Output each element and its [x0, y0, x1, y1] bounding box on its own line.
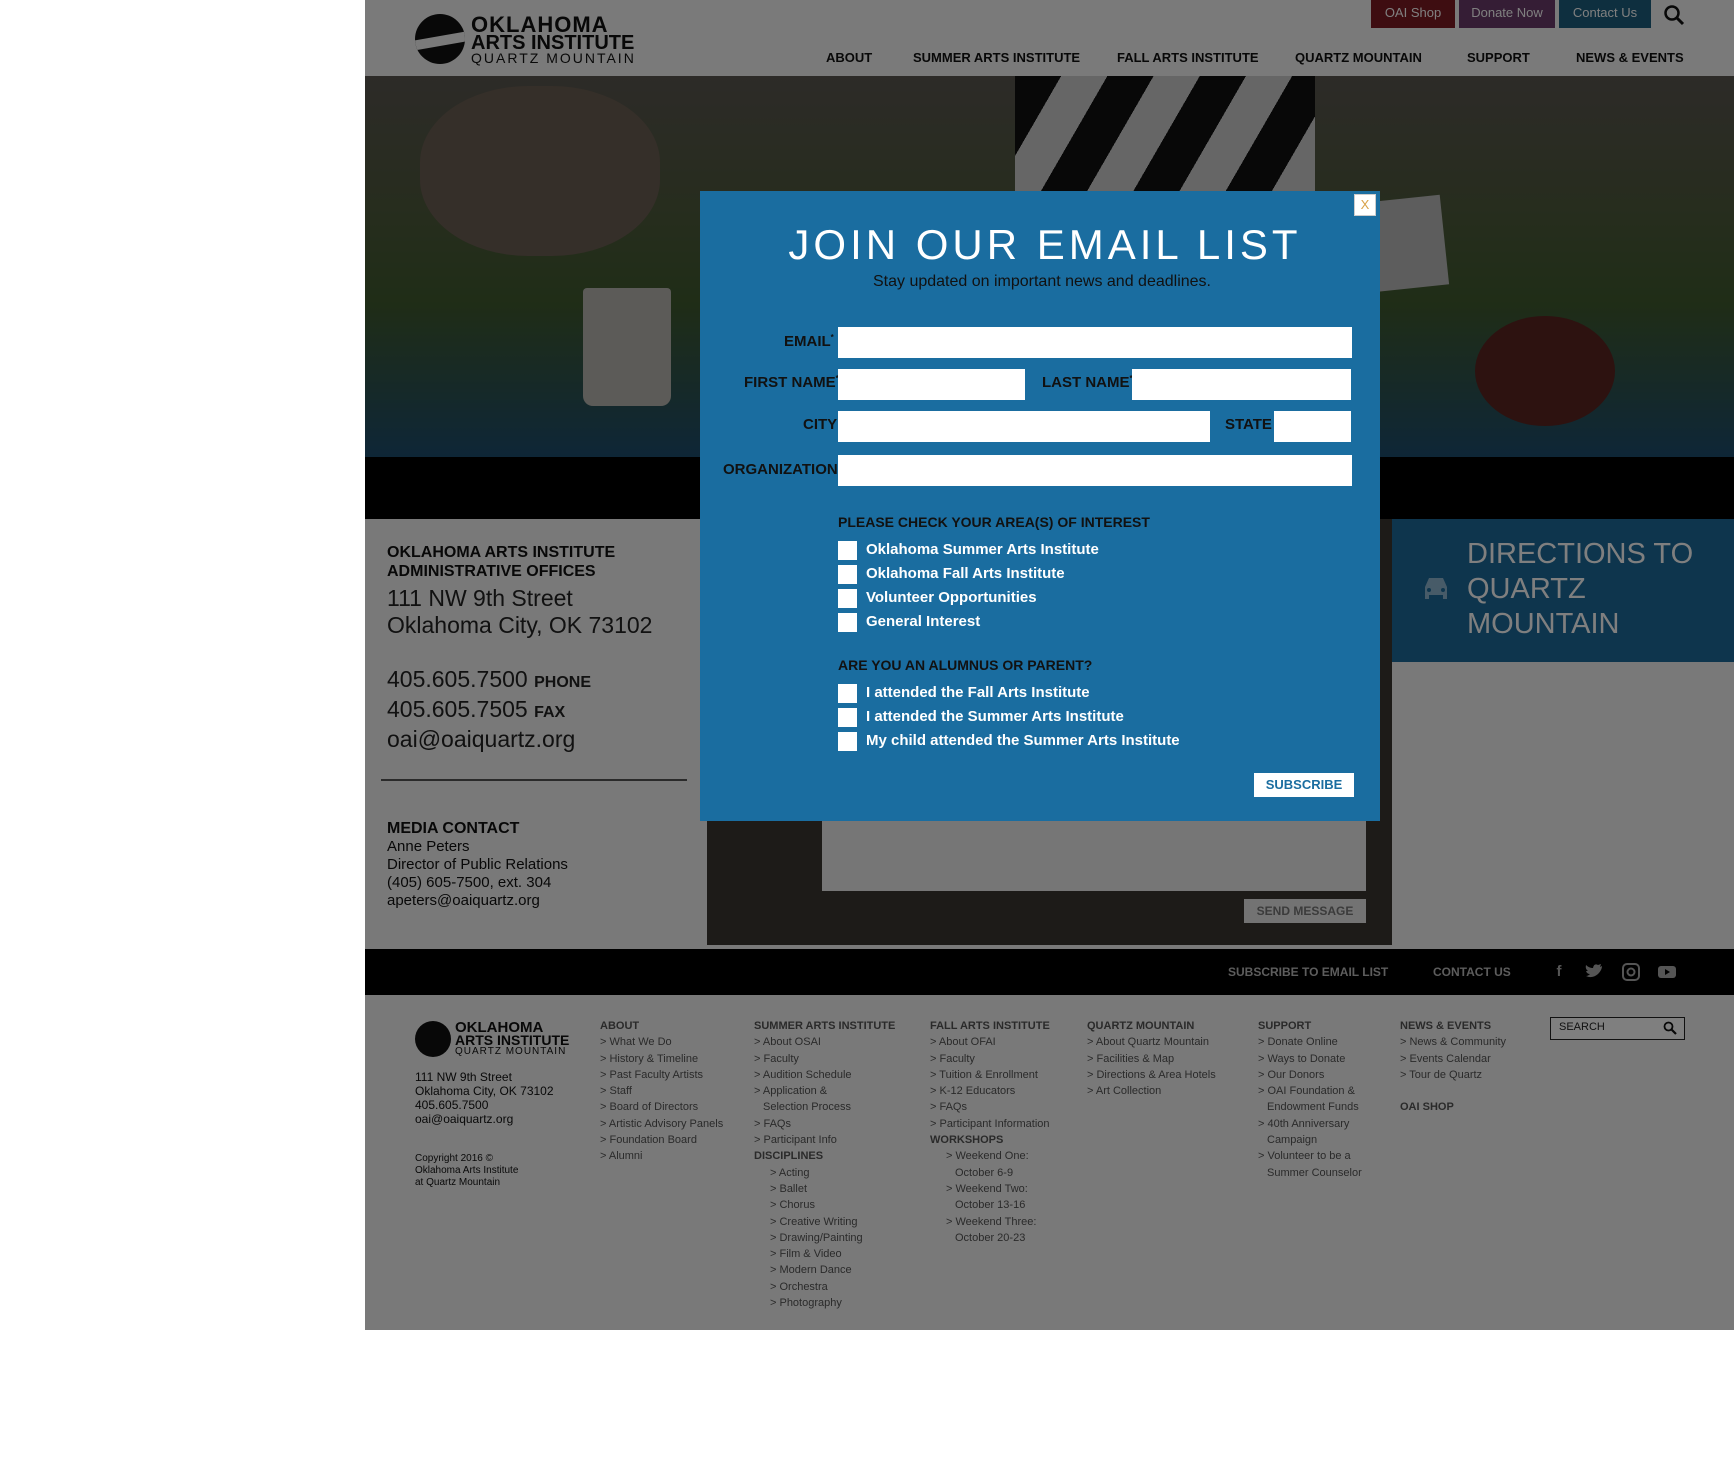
interest-checkbox-fall[interactable]: [838, 565, 857, 584]
state-label: STATE: [1225, 416, 1272, 433]
alumni-checkbox-summer[interactable]: [838, 708, 857, 727]
last-name-field[interactable]: [1132, 369, 1351, 400]
email-field[interactable]: [838, 327, 1352, 358]
interest-label[interactable]: Volunteer Opportunities: [866, 589, 1037, 606]
alumni-label[interactable]: I attended the Summer Arts Institute: [866, 708, 1124, 725]
city-label: CITY: [803, 416, 838, 433]
alumni-heading: ARE YOU AN ALUMNUS OR PARENT?: [838, 657, 1093, 673]
alumni-checkbox-fall[interactable]: [838, 684, 857, 703]
organization-label: ORGANIZATION: [723, 461, 838, 478]
alumni-label[interactable]: My child attended the Summer Arts Instit…: [866, 732, 1180, 749]
interest-checkbox-summer[interactable]: [838, 541, 857, 560]
state-field[interactable]: [1274, 411, 1351, 442]
modal-subtitle: Stay updated on important news and deadl…: [872, 273, 1211, 290]
city-field[interactable]: [838, 411, 1210, 442]
interest-checkbox-general[interactable]: [838, 613, 857, 632]
interest-label[interactable]: Oklahoma Fall Arts Institute: [866, 565, 1065, 582]
last-name-label: LAST NAME*: [1042, 374, 1133, 391]
modal-title: JOIN OUR EMAIL LIST: [788, 221, 1302, 268]
interest-checkbox-volunteer[interactable]: [838, 589, 857, 608]
email-label-text: EMAIL: [784, 333, 831, 350]
first-name-label-text: FIRST NAME: [744, 374, 836, 391]
interest-label[interactable]: General Interest: [866, 613, 980, 630]
interest-label[interactable]: Oklahoma Summer Arts Institute: [866, 541, 1099, 558]
email-label: EMAIL*: [784, 333, 834, 350]
interest-heading: PLEASE CHECK YOUR AREA(S) OF INTEREST: [838, 514, 1150, 530]
subscribe-button[interactable]: SUBSCRIBE: [1254, 773, 1354, 797]
alumni-label[interactable]: I attended the Fall Arts Institute: [866, 684, 1090, 701]
alumni-checkbox-child[interactable]: [838, 732, 857, 751]
email-signup-modal: X JOIN OUR EMAIL LIST Stay updated on im…: [700, 191, 1380, 821]
required-mark: *: [830, 333, 834, 342]
first-name-field[interactable]: [838, 369, 1025, 400]
organization-field[interactable]: [838, 455, 1352, 486]
first-name-label: FIRST NAME*: [744, 374, 839, 391]
last-name-label-text: LAST NAME: [1042, 374, 1130, 391]
close-button[interactable]: X: [1354, 194, 1376, 216]
